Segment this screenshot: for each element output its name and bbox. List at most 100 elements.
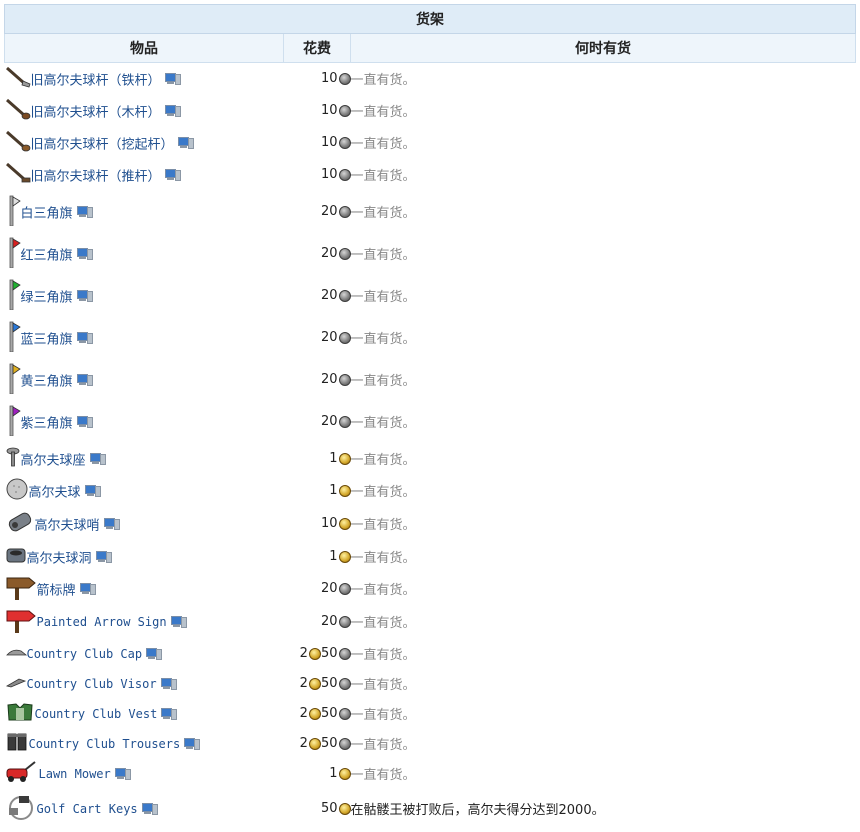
gold-coin-icon (338, 767, 351, 780)
table-row: 蓝三角旗 20 一直有货。 (5, 317, 856, 359)
item-name-link[interactable]: Country Club Visor (27, 677, 157, 691)
item-name-link[interactable]: 旧高尔夫球杆（推杆） (31, 169, 161, 184)
pc-version-icon (76, 374, 93, 386)
red-pennant-icon[interactable] (5, 236, 21, 272)
item-cell: 旧高尔夫球杆（推杆） (5, 159, 284, 191)
cost-cell: 10 (284, 63, 351, 95)
item-name-link[interactable]: Country Club Trousers (29, 737, 181, 751)
cost-amount: 10 (320, 167, 338, 182)
golf-whistle-icon[interactable] (5, 510, 35, 538)
table-row: Country Club Cap 2 50 一直有货。 (5, 639, 856, 669)
item-name-link[interactable]: 旧高尔夫球杆（铁杆） (31, 73, 161, 88)
item-name-link[interactable]: 紫三角旗 (21, 416, 73, 431)
item-name-link[interactable]: 旧高尔夫球杆（木杆） (31, 105, 161, 120)
cost-amount: 20 (320, 288, 338, 303)
cost-cell: 10 (284, 95, 351, 127)
table-row: 旧高尔夫球杆（推杆） 10 一直有货。 (5, 159, 856, 191)
silver-coin-icon (338, 677, 351, 690)
table-row: Golf Cart Keys 50 在骷髅王被打败后，高尔夫得分达到2000。 (5, 789, 856, 829)
item-name-link[interactable]: 绿三角旗 (21, 290, 73, 305)
item-cell: 蓝三角旗 (5, 317, 284, 359)
country-club-cap-icon[interactable] (5, 646, 27, 662)
country-club-trousers-icon[interactable] (5, 732, 29, 756)
putter-golf-club-icon[interactable] (5, 162, 31, 188)
gold-coin-icon (338, 484, 351, 497)
table-row: 高尔夫球 1 一直有货。 (5, 475, 856, 507)
item-name-link[interactable]: 旧高尔夫球杆（挖起杆） (31, 137, 174, 152)
pc-version-icon (76, 332, 93, 344)
pc-version-icon (141, 803, 158, 815)
item-name-link[interactable]: 高尔夫球座 (21, 453, 86, 468)
silver-coin-icon (338, 72, 351, 85)
silver-coin-icon (338, 168, 351, 181)
header-availability: 何时有货 (350, 33, 856, 63)
blue-pennant-icon[interactable] (5, 320, 21, 356)
item-name-link[interactable]: 高尔夫球 (29, 485, 81, 500)
cost-amount: 50 (320, 736, 338, 751)
silver-coin-icon (338, 247, 351, 260)
pc-version-icon (103, 518, 120, 530)
availability-cell: 一直有货。 (350, 708, 416, 723)
item-cell: 白三角旗 (5, 191, 284, 233)
arrow-sign-icon[interactable] (5, 574, 37, 604)
item-name-link[interactable]: 白三角旗 (21, 206, 73, 221)
cost-cell: 2 50 (284, 669, 351, 699)
silver-coin-icon (338, 373, 351, 386)
cost-amount: 20 (320, 614, 338, 629)
cost-amount: 10 (320, 135, 338, 150)
golf-tee-icon[interactable] (5, 446, 21, 472)
iron-golf-club-icon[interactable] (5, 66, 31, 92)
item-name-link[interactable]: 高尔夫球哨 (35, 518, 100, 533)
cost-amount: 10 (320, 103, 338, 118)
purple-pennant-icon[interactable] (5, 404, 21, 440)
cost-amount: 20 (320, 581, 338, 596)
availability-cell: 一直有货。 (350, 648, 416, 663)
item-cell: Lawn Mower (5, 759, 284, 789)
pc-version-icon (95, 551, 112, 563)
item-name-link[interactable]: Country Club Vest (35, 707, 158, 721)
item-name-link[interactable]: 高尔夫球洞 (27, 551, 92, 566)
country-club-vest-icon[interactable] (5, 702, 35, 726)
cost-cell: 20 (284, 317, 351, 359)
item-name-link[interactable]: Country Club Cap (27, 647, 143, 661)
wooden-golf-club-icon[interactable] (5, 98, 31, 124)
cost-amount: 50 (320, 676, 338, 691)
green-pennant-icon[interactable] (5, 278, 21, 314)
item-name-link[interactable]: 黄三角旗 (21, 374, 73, 389)
availability-cell: 一直有货。 (350, 738, 416, 753)
item-name-link[interactable]: Lawn Mower (39, 767, 111, 781)
item-name-link[interactable]: 箭标牌 (37, 583, 76, 598)
availability-cell: 一直有货。 (350, 248, 416, 263)
item-cell: Country Club Cap (5, 639, 284, 669)
cost-amount: 50 (320, 646, 338, 661)
pc-version-icon (76, 290, 93, 302)
pc-version-icon (161, 708, 178, 720)
country-club-visor-icon[interactable] (5, 676, 27, 692)
pc-version-icon (184, 738, 201, 750)
golf-cart-keys-icon[interactable] (5, 792, 37, 826)
wedge-golf-club-icon[interactable] (5, 130, 31, 156)
item-name-link[interactable]: 蓝三角旗 (21, 332, 73, 347)
availability-cell: 一直有货。 (350, 290, 416, 305)
silver-coin-icon (338, 289, 351, 302)
item-name-link[interactable]: Painted Arrow Sign (37, 615, 167, 629)
cost-amount: 20 (320, 414, 338, 429)
item-cell: 黄三角旗 (5, 359, 284, 401)
lawn-mower-icon[interactable] (5, 760, 39, 788)
item-cell: Country Club Visor (5, 669, 284, 699)
yellow-pennant-icon[interactable] (5, 362, 21, 398)
silver-coin-icon (338, 707, 351, 720)
item-name-link[interactable]: 红三角旗 (21, 248, 73, 263)
cost-cell: 1 (284, 475, 351, 507)
golf-cup-icon[interactable] (5, 546, 27, 568)
item-name-link[interactable]: Golf Cart Keys (37, 802, 138, 816)
table-body: 旧高尔夫球杆（铁杆） 10 一直有货。 旧高尔夫球杆（木杆） 10 一直有货。 旧高尔夫球杆… (5, 63, 856, 829)
cost-cell: 2 50 (284, 639, 351, 669)
cost-amount: 1 (329, 766, 338, 781)
white-pennant-icon[interactable] (5, 194, 21, 230)
gold-coin-icon (338, 550, 351, 563)
golf-ball-icon[interactable] (5, 477, 29, 505)
availability-cell: 一直有货。 (350, 169, 416, 184)
table-row: 高尔夫球座 1 一直有货。 (5, 443, 856, 475)
painted-arrow-sign-icon[interactable] (5, 607, 37, 637)
